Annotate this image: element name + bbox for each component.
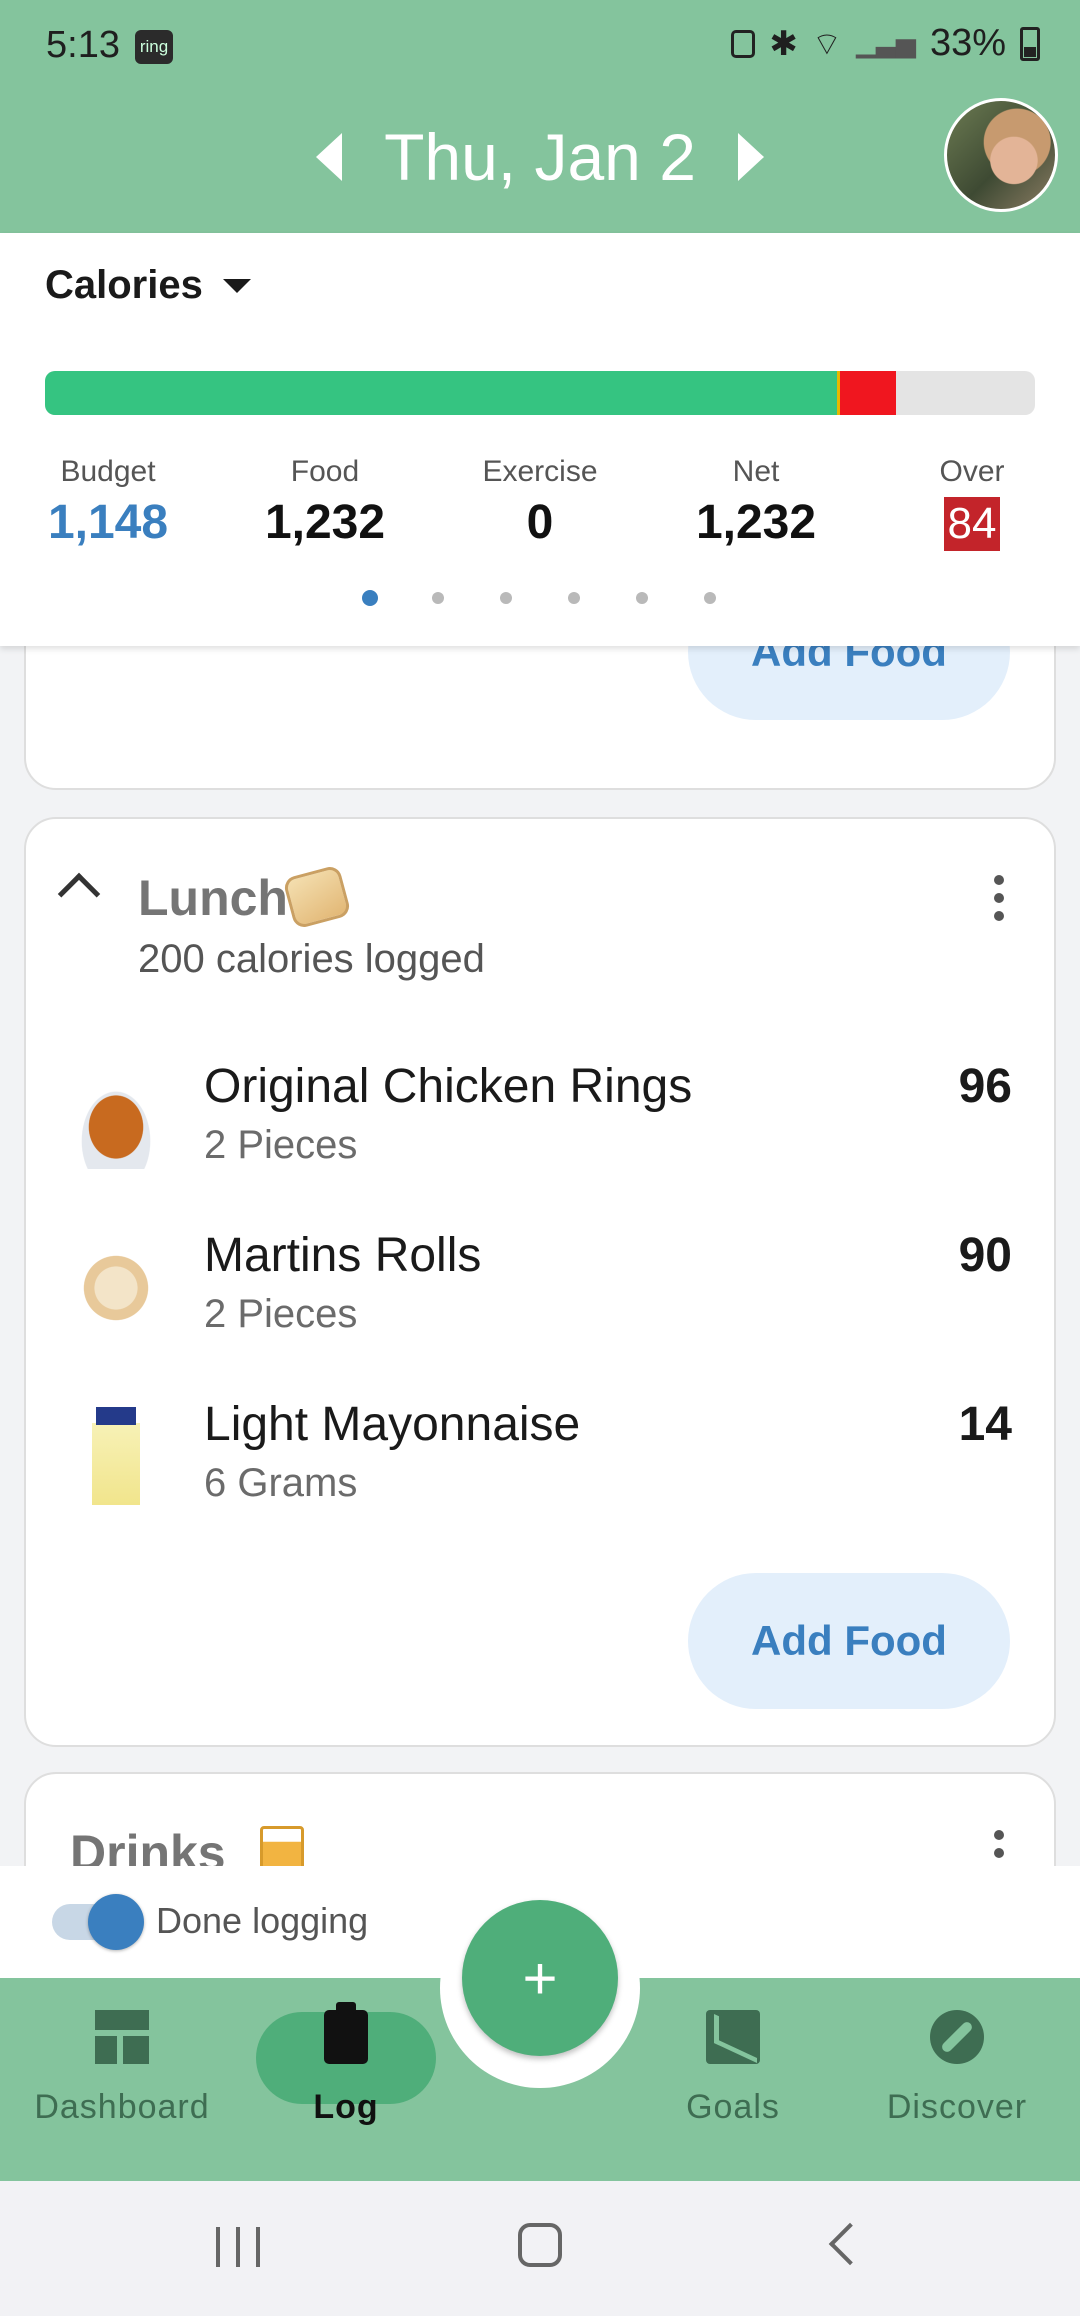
caret-down-icon — [222, 278, 251, 293]
stat-value: 1,232 — [264, 496, 386, 549]
compass-icon — [930, 2010, 984, 2064]
food-item[interactable]: Martins Rolls 2 Pieces 90 — [26, 1228, 1054, 1378]
stat-over: Over 84 — [872, 455, 1072, 551]
system-navigation-bar — [0, 2181, 1080, 2316]
nav-label: Goals — [686, 2088, 780, 2126]
done-logging-toggle[interactable] — [52, 1894, 144, 1950]
signal-icon: ▁▃▅ — [855, 28, 916, 58]
add-entry-button[interactable]: + — [462, 1900, 618, 2056]
meal-calories-logged: 200 calories logged — [138, 937, 485, 981]
page-dot[interactable] — [500, 592, 512, 604]
stat-food: Food 1,232 — [225, 455, 425, 550]
stat-label: Food — [290, 455, 360, 488]
stat-value: 1,148 — [47, 496, 169, 549]
stat-net: Net 1,232 — [656, 455, 856, 550]
nav-dashboard[interactable]: Dashboard — [22, 1998, 222, 2127]
food-progress-fill — [45, 371, 837, 415]
battery-percent: 33% — [929, 22, 1006, 64]
page-indicator — [0, 588, 1080, 608]
next-day-icon[interactable] — [737, 133, 764, 181]
bread-roll-icon — [66, 1238, 166, 1338]
date-navigator: Thu, Jan 2 — [0, 112, 1080, 202]
status-time: 5:13 — [46, 24, 120, 66]
app-header: 5:13 ring ✱ ⌔ ▁▃▅ 33% Thu, Jan 2 — [0, 0, 1080, 233]
meal-title: Lunch — [138, 870, 288, 926]
lunch-card: Lunch 200 calories logged Original Chick… — [24, 817, 1056, 1747]
stat-label: Budget — [60, 455, 156, 488]
stat-value: 1,232 — [695, 496, 817, 549]
avatar[interactable] — [944, 98, 1058, 212]
stat-exercise: Exercise 0 — [440, 455, 640, 550]
collapse-chevron-icon[interactable] — [57, 872, 101, 916]
nav-label: Discover — [886, 2088, 1028, 2126]
food-serving: 2 Pieces — [204, 1292, 358, 1336]
page-dot[interactable] — [636, 592, 648, 604]
recent-apps-icon[interactable] — [216, 2227, 260, 2267]
status-icons: ✱ ⌔ ▁▃▅ 33% — [731, 22, 1040, 65]
calorie-summary-card: Calories Budget 1,148 Food 1,232 Exercis… — [0, 233, 1080, 646]
metric-label: Calories — [45, 263, 203, 307]
food-calories: 14 — [958, 1398, 1012, 1451]
done-logging-label: Done logging — [156, 1900, 369, 1941]
food-name: Martins Rolls — [204, 1229, 482, 1282]
stat-value: 0 — [526, 496, 554, 549]
nav-label: Log — [313, 2088, 379, 2126]
toggle-knob — [88, 1894, 144, 1950]
more-options-icon[interactable] — [994, 875, 1004, 929]
ring-app-icon: ring — [135, 30, 173, 64]
wifi-icon: ⌔ — [811, 25, 842, 62]
dashboard-icon — [95, 2010, 149, 2064]
food-calories: 96 — [958, 1060, 1012, 1113]
nfc-icon — [731, 29, 756, 58]
food-item[interactable]: Light Mayonnaise 6 Grams 14 — [26, 1397, 1054, 1547]
add-food-button[interactable]: Add Food — [688, 1573, 1010, 1709]
page-dot[interactable] — [704, 592, 716, 604]
previous-day-icon[interactable] — [316, 133, 343, 181]
stat-label: Over — [939, 455, 1005, 488]
food-item[interactable]: Original Chicken Rings 2 Pieces 96 — [26, 1059, 1054, 1209]
over-progress-fill — [837, 371, 897, 415]
page-dot[interactable] — [362, 590, 378, 606]
food-calories: 90 — [958, 1229, 1012, 1282]
clipboard-icon — [324, 2002, 368, 2064]
stat-label: Net — [732, 455, 780, 488]
back-icon[interactable] — [828, 2222, 872, 2266]
home-icon[interactable] — [518, 2223, 562, 2267]
calorie-progress-bar — [45, 371, 1035, 415]
food-serving: 2 Pieces — [204, 1123, 358, 1167]
bluetooth-icon: ✱ — [769, 24, 798, 63]
stat-label: Exercise — [482, 455, 598, 488]
sandwich-icon — [282, 864, 352, 930]
nav-discover[interactable]: Discover — [857, 1998, 1057, 2127]
over-badge: 84 — [943, 497, 1001, 551]
food-serving: 6 Grams — [204, 1461, 358, 1505]
nav-label: Dashboard — [34, 2088, 210, 2126]
food-name: Original Chicken Rings — [204, 1060, 693, 1113]
page-dot[interactable] — [432, 592, 444, 604]
calorie-stats: Budget 1,148 Food 1,232 Exercise 0 Net 1… — [0, 455, 1080, 575]
date-label[interactable]: Thu, Jan 2 — [384, 119, 696, 195]
battery-icon — [1020, 26, 1040, 61]
food-name: Light Mayonnaise — [204, 1398, 581, 1451]
metric-dropdown[interactable]: Calories — [45, 263, 251, 308]
nav-goals[interactable]: Goals — [633, 1998, 833, 2127]
nav-log[interactable]: Log — [246, 1998, 446, 2127]
trend-icon — [706, 2010, 760, 2064]
page-dot[interactable] — [568, 592, 580, 604]
stat-budget: Budget 1,148 — [8, 455, 208, 550]
roast-chicken-icon — [66, 1069, 166, 1169]
mayonnaise-jar-icon — [66, 1407, 166, 1507]
